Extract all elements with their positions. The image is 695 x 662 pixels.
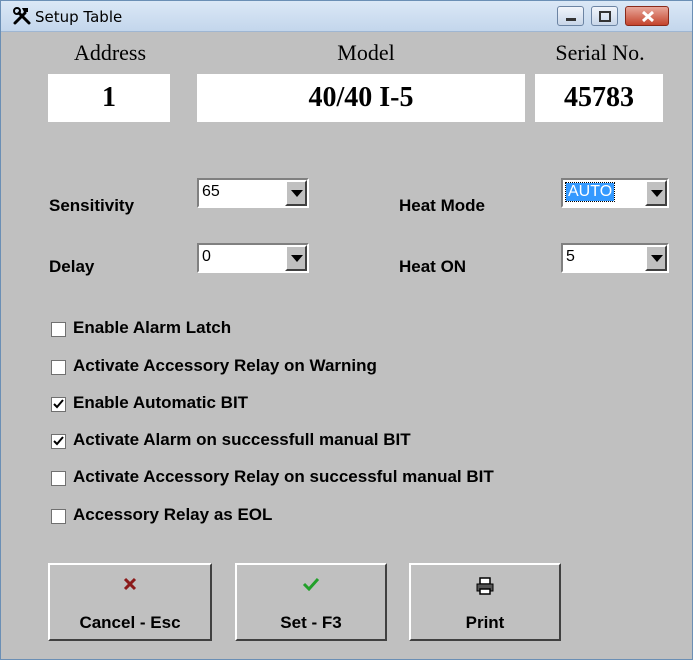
option-label: Activate Accessory Relay on successful m… [73, 467, 494, 486]
print-button-label: Print [465, 613, 505, 632]
heat-mode-select[interactable]: AUTO [561, 178, 669, 208]
sensitivity-select[interactable]: 65 [197, 178, 309, 208]
chevron-down-icon [651, 255, 663, 262]
sensitivity-label: Sensitivity [49, 196, 135, 215]
chevron-down-icon [291, 255, 303, 262]
checkbox[interactable] [51, 434, 66, 449]
option-label: Enable Alarm Latch [73, 318, 232, 337]
checkbox[interactable] [51, 360, 66, 375]
maximize-icon [599, 11, 611, 22]
checkbox[interactable] [51, 397, 66, 412]
minimize-button[interactable] [557, 6, 584, 26]
set-button-label: Set - F3 [280, 613, 342, 632]
heat-on-select[interactable]: 5 [561, 243, 669, 273]
chevron-down-icon [291, 190, 303, 197]
sensitivity-dropdown-button[interactable] [285, 180, 307, 206]
checkmark-icon [53, 436, 64, 446]
tools-icon [13, 7, 31, 25]
cancel-button[interactable]: Cancel - Esc [48, 563, 212, 641]
close-icon [641, 10, 655, 23]
dialog-content: Address Model Serial No. 1 40/40 I-5 457… [11, 32, 680, 651]
option-label: Accessory Relay as EOL [73, 505, 273, 524]
minimize-icon [566, 18, 576, 21]
checkmark-icon [302, 577, 320, 591]
model-value: 40/40 I-5 [197, 74, 525, 122]
title-bar[interactable]: Setup Table [1, 1, 692, 32]
address-label: Address [73, 40, 147, 65]
serial-no-value: 45783 [535, 74, 663, 122]
printer-icon [476, 577, 494, 595]
delay-select[interactable]: 0 [197, 243, 309, 273]
heat-mode-dropdown-button[interactable] [645, 180, 667, 206]
close-button[interactable] [625, 6, 669, 26]
maximize-button[interactable] [591, 6, 618, 26]
chevron-down-icon [651, 190, 663, 197]
heat-on-value: 5 [566, 248, 575, 265]
setup-table-window: Setup Table Address Model Serial No. 1 4… [0, 0, 693, 660]
checkbox[interactable] [51, 322, 66, 337]
checkmark-icon [53, 399, 64, 409]
serial-no-label: Serial No. [555, 40, 645, 65]
sensitivity-value: 65 [202, 183, 220, 200]
option-label: Activate Alarm on successfull manual BIT [73, 430, 411, 449]
heat-mode-label: Heat Mode [399, 196, 485, 215]
heat-on-label: Heat ON [399, 257, 467, 276]
option-label: Enable Automatic BIT [73, 393, 249, 412]
checkbox[interactable] [51, 509, 66, 524]
heat-on-dropdown-button[interactable] [645, 245, 667, 271]
address-value: 1 [48, 74, 170, 122]
option-label: Activate Accessory Relay on Warning [73, 356, 377, 375]
checkbox[interactable] [51, 471, 66, 486]
delay-dropdown-button[interactable] [285, 245, 307, 271]
window-title: Setup Table [35, 8, 123, 26]
cross-icon [123, 577, 137, 591]
cancel-button-label: Cancel - Esc [79, 613, 181, 632]
delay-label: Delay [49, 257, 95, 276]
heat-mode-value: AUTO [564, 182, 616, 202]
model-label: Model [337, 40, 395, 65]
set-button[interactable]: Set - F3 [235, 563, 387, 641]
print-button[interactable]: Print [409, 563, 561, 641]
delay-value: 0 [202, 248, 211, 265]
